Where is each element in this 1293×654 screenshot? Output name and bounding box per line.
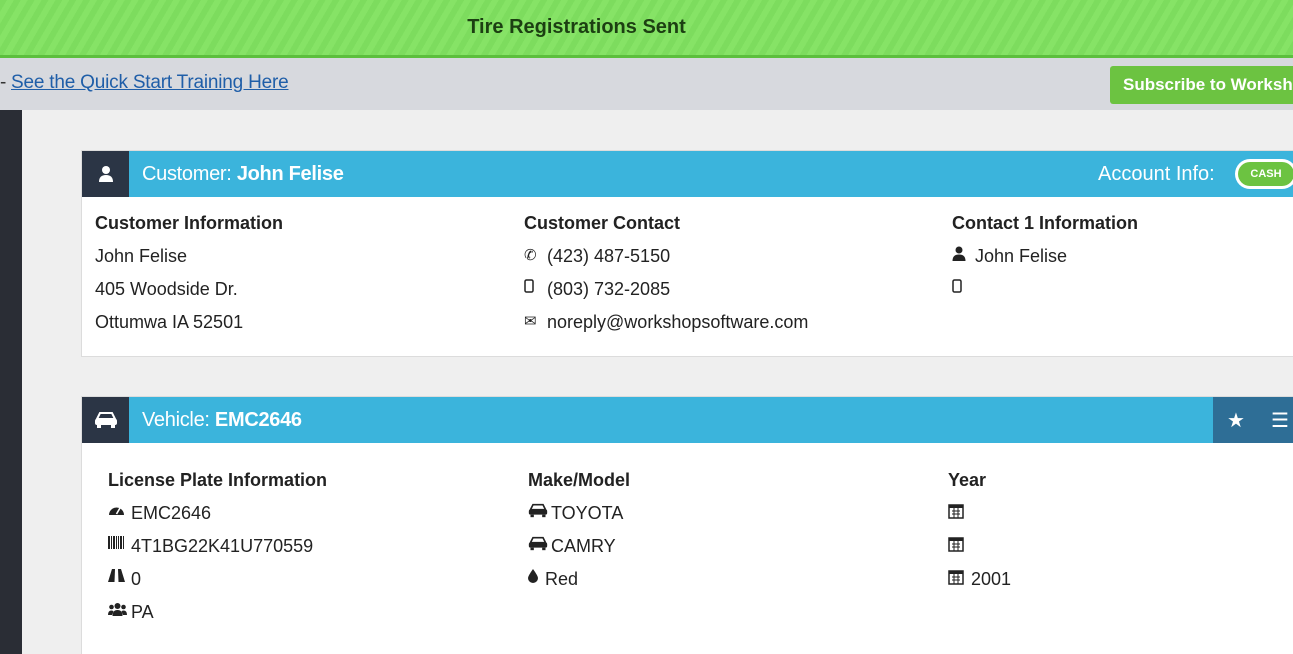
color-value: Red: [545, 569, 579, 589]
tint-icon: [528, 569, 542, 587]
customer-contact-column: Customer Contact ✆ (423) 487-5150 (803) …: [524, 213, 808, 345]
customer-title: Customer: John Felise: [142, 163, 344, 186]
group-icon: [108, 602, 128, 620]
notification-banner: Tire Registrations Sent: [0, 0, 1293, 58]
top-bar: - See the Quick Start Training Here Subs…: [0, 58, 1293, 110]
year-row-3: 2001: [948, 569, 1011, 602]
quick-start-training-link[interactable]: See the Quick Start Training Here: [11, 72, 289, 94]
road-icon: [108, 569, 128, 586]
contact1-name: John Felise: [975, 246, 1068, 266]
plate-info-heading: License Plate Information: [108, 470, 328, 490]
barcode-icon: [108, 536, 128, 553]
person-icon: [952, 246, 972, 265]
customer-address-line: 405 Woodside Dr.: [95, 279, 238, 299]
phone-icon: ✆: [524, 247, 537, 264]
model-row: CAMRY: [528, 536, 630, 569]
phone-row[interactable]: ✆ (423) 487-5150: [524, 246, 808, 279]
list-icon[interactable]: ☰: [1271, 408, 1289, 433]
contact1-heading: Contact 1 Information: [952, 213, 1139, 233]
contact1-column: Contact 1 Information John Felise: [952, 213, 1138, 312]
customer-panel-header: Customer: John Felise Account Info: CASH: [82, 151, 1293, 197]
mobile-icon: [524, 279, 544, 297]
dashboard-icon: [108, 503, 128, 520]
car-icon: [528, 503, 548, 522]
make-value: TOYOTA: [551, 503, 624, 523]
calendar-icon: [948, 536, 968, 556]
plate-value: EMC2646: [131, 503, 212, 523]
contact1-mobile-row: [952, 279, 1138, 312]
plate-row: EMC2646: [108, 503, 327, 536]
customer-info-heading: Customer Information: [95, 213, 284, 233]
banner-title: Tire Registrations Sent: [467, 16, 686, 38]
envelope-icon: ✉: [524, 313, 537, 330]
customer-panel: Customer: John Felise Account Info: CASH…: [81, 150, 1293, 357]
customer-name[interactable]: John Felise: [237, 163, 344, 185]
vehicle-title: Vehicle: EMC2646: [142, 409, 302, 432]
vin-row: 4T1BG22K41U770559: [108, 536, 327, 569]
car-icon: [528, 536, 548, 555]
make-row: TOYOTA: [528, 503, 630, 536]
customer-info-column: Customer Information John Felise 405 Woo…: [95, 213, 283, 345]
calendar-icon: [948, 503, 968, 523]
state-row: PA: [108, 602, 327, 635]
odometer-row: 0: [108, 569, 327, 602]
year-column: Year 2001: [948, 470, 1011, 602]
star-icon[interactable]: ★: [1227, 408, 1245, 433]
left-sidebar: [0, 110, 22, 654]
cash-badge-label: CASH: [1238, 162, 1293, 186]
mobile-row[interactable]: (803) 732-2085: [524, 279, 808, 312]
dash-separator: -: [0, 72, 7, 93]
model-value: CAMRY: [551, 536, 616, 556]
contact1-name-row: John Felise: [952, 246, 1138, 279]
state-value: PA: [131, 602, 154, 622]
vehicle-label: Vehicle:: [142, 409, 210, 431]
year-row-1: [948, 503, 1011, 536]
email-row[interactable]: ✉ noreply@workshopsoftware.com: [524, 312, 808, 345]
mobile-icon: [952, 279, 972, 297]
year-row-2: [948, 536, 1011, 569]
user-icon: [82, 151, 129, 197]
customer-label: Customer:: [142, 163, 232, 185]
year-heading: Year: [948, 470, 987, 490]
account-badge[interactable]: CASH: [1235, 159, 1293, 189]
vehicle-panel: Vehicle: EMC2646 ★ ☰ License Plate Infor…: [81, 396, 1293, 654]
vehicle-plate[interactable]: EMC2646: [215, 409, 302, 431]
account-info-label: Account Info:: [1098, 163, 1215, 185]
vin-value: 4T1BG22K41U770559: [131, 536, 314, 556]
color-row: Red: [528, 569, 630, 602]
year-value: 2001: [971, 569, 1012, 589]
odometer-value: 0: [131, 569, 142, 589]
make-model-column: Make/Model TOYOTA CAMRY Red: [528, 470, 630, 602]
vehicle-panel-header: Vehicle: EMC2646 ★ ☰: [82, 397, 1293, 443]
email-value: noreply@workshopsoftware.com: [547, 312, 809, 332]
make-model-heading: Make/Model: [528, 470, 631, 490]
car-icon: [82, 397, 129, 443]
customer-name-line: John Felise: [95, 246, 188, 266]
subscribe-button[interactable]: Subscribe to Workshop: [1110, 66, 1293, 104]
customer-contact-heading: Customer Contact: [524, 213, 681, 233]
mobile-value: (803) 732-2085: [547, 279, 671, 299]
plate-info-column: License Plate Information EMC2646 4T1BG2…: [108, 470, 327, 635]
phone-value: (423) 487-5150: [547, 246, 671, 266]
customer-city-line: Ottumwa IA 52501: [95, 312, 244, 332]
vehicle-actions: ★ ☰: [1213, 397, 1293, 443]
calendar-icon: [948, 569, 968, 589]
